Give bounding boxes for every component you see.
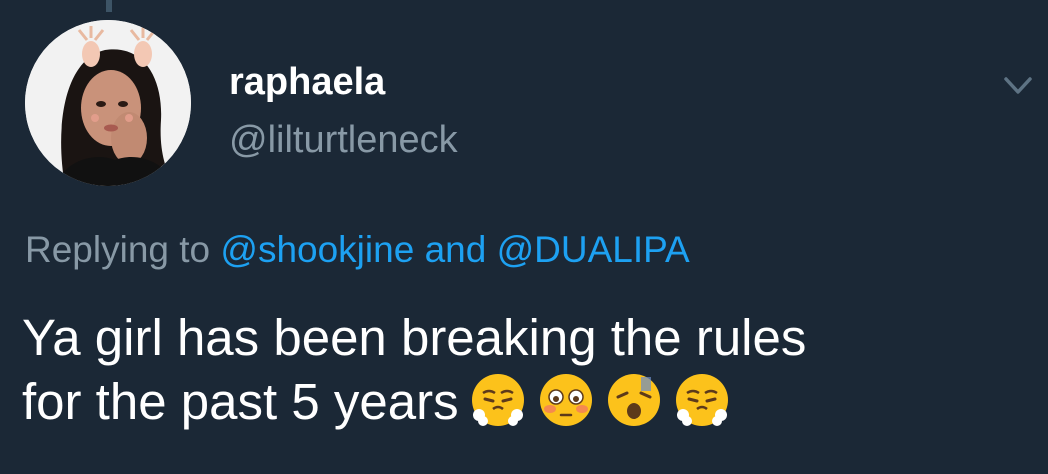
tired-face-icon: [605, 371, 663, 429]
tweet-text-line-1: Ya girl has been breaking the rules: [22, 309, 807, 366]
author-handle[interactable]: @lilturtleneck: [229, 118, 458, 162]
tweet[interactable]: raphaela @lilturtleneck Replying to @sho…: [0, 0, 1048, 474]
mention-link-dualipa[interactable]: @DUALIPA: [497, 229, 690, 270]
flushed-face-icon: [537, 371, 595, 429]
face-with-steam-from-nose-icon: [469, 371, 527, 429]
replying-to-label: Replying to: [25, 229, 211, 270]
thread-connector: [106, 0, 112, 12]
avatar[interactable]: [25, 20, 191, 186]
author-display-name[interactable]: raphaela: [229, 60, 385, 104]
replying-to-line: Replying to @shookjine and @DUALIPA: [25, 228, 690, 272]
face-with-steam-from-nose-icon: [673, 371, 731, 429]
tweet-text-line-2: for the past 5 years: [22, 373, 459, 430]
chevron-down-icon[interactable]: [998, 66, 1038, 106]
replying-to-conjunction: and: [424, 229, 487, 270]
tweet-text: Ya girl has been breaking the rules for …: [22, 306, 1032, 434]
mention-link-shookjine[interactable]: @shookjine: [220, 229, 414, 270]
avatar-image: [25, 20, 191, 186]
